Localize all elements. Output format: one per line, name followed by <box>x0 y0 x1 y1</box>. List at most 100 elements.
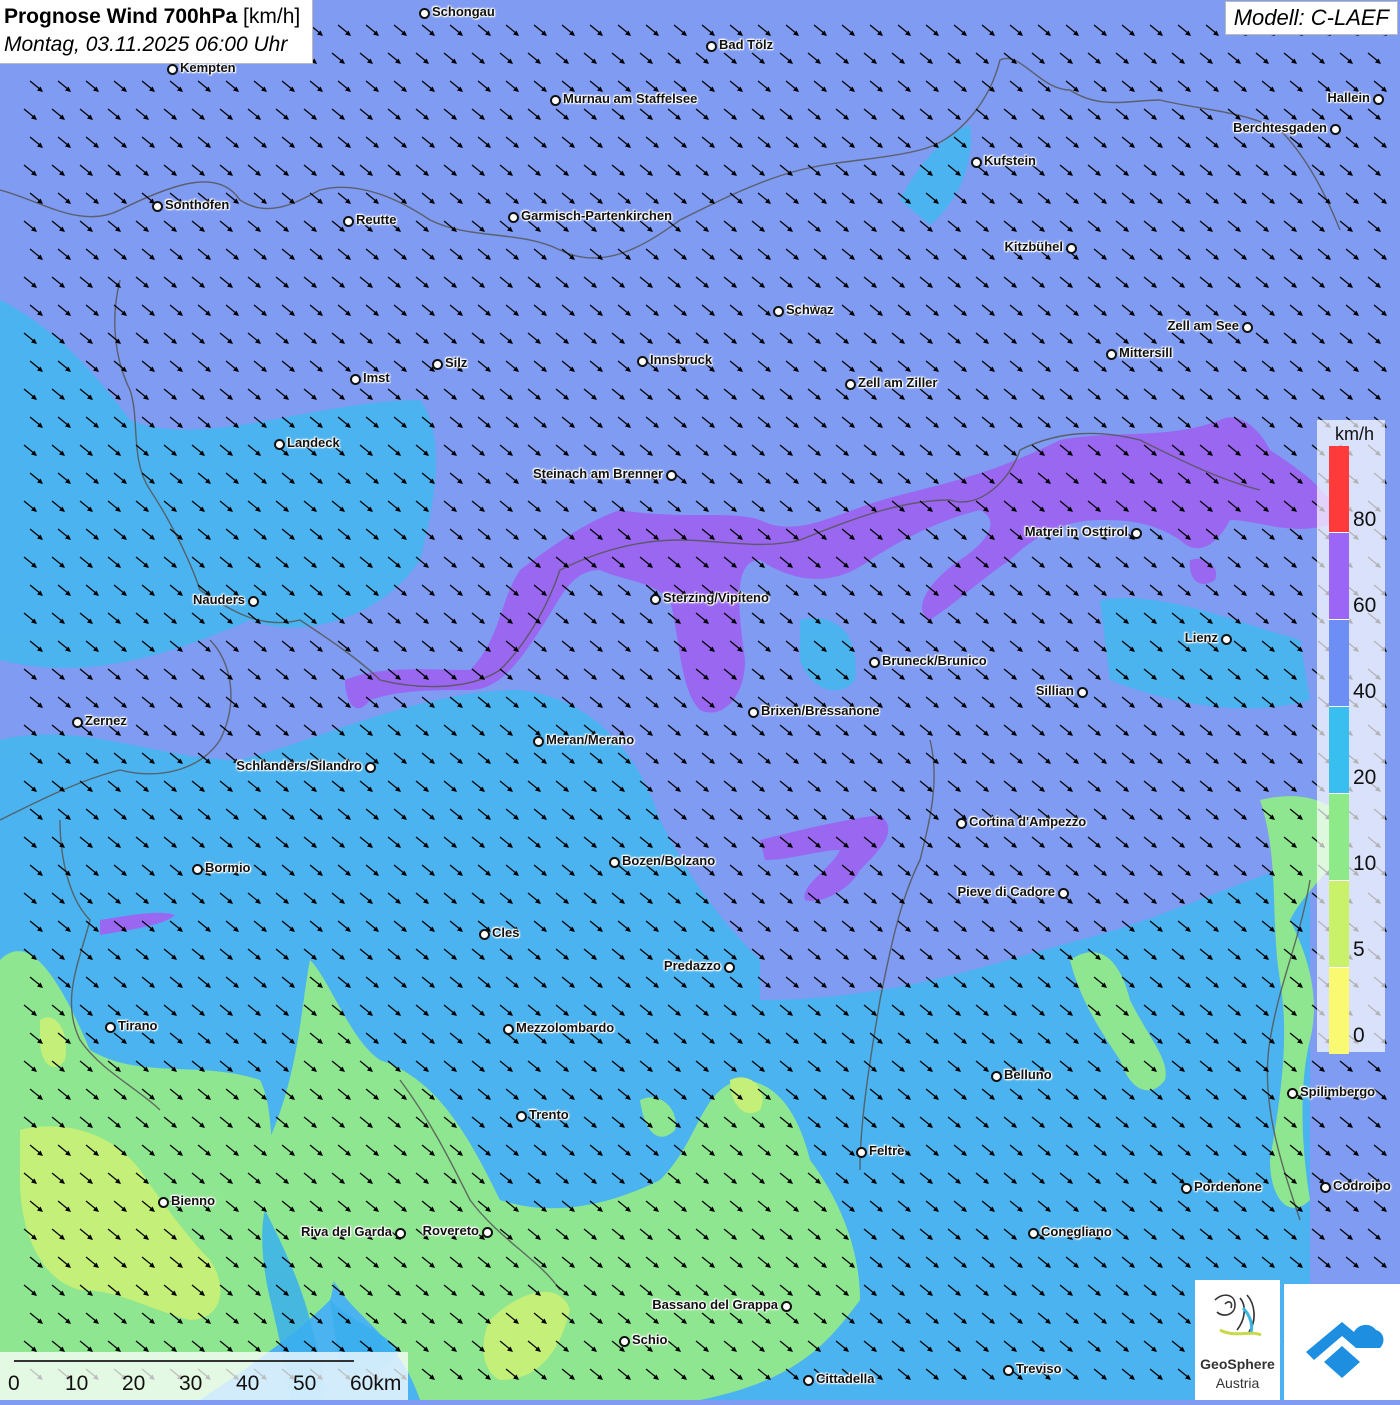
city-marker[interactable] <box>550 95 561 106</box>
city-marker[interactable] <box>1320 1182 1331 1193</box>
city-marker[interactable] <box>706 41 717 52</box>
city-marker[interactable] <box>845 379 856 390</box>
city-marker[interactable] <box>533 736 544 747</box>
city-label: Conegliano <box>1041 1224 1112 1239</box>
city-marker[interactable] <box>482 1227 493 1238</box>
city-marker[interactable] <box>432 359 443 370</box>
city-marker[interactable] <box>1181 1183 1192 1194</box>
city-label: Belluno <box>1004 1067 1052 1082</box>
city-marker[interactable] <box>516 1111 527 1122</box>
city-label: Pordenone <box>1194 1179 1262 1194</box>
city-marker[interactable] <box>365 762 376 773</box>
scale-bar-panel: 0 10 20 30 40 50 60km <box>0 1352 408 1400</box>
scale-tick-label: 10 <box>65 1372 89 1395</box>
city-label: Imst <box>363 370 390 385</box>
city-label: Kufstein <box>984 153 1036 168</box>
city-marker[interactable] <box>781 1301 792 1312</box>
city-marker[interactable] <box>343 216 354 227</box>
title-panel: Prognose Wind 700hPa [km/h] Montag, 03.1… <box>0 0 314 64</box>
city-label: Sillian <box>1035 683 1074 698</box>
cloud-arrow-logo[interactable] <box>1284 1284 1400 1400</box>
city-label: Lienz <box>1184 630 1218 645</box>
city-marker[interactable] <box>856 1147 867 1158</box>
city-marker[interactable] <box>637 356 648 367</box>
map-title: Prognose Wind 700hPa [km/h] <box>4 5 301 28</box>
scale-tick-label: 20 <box>122 1372 146 1395</box>
city-marker[interactable] <box>419 8 430 19</box>
city-marker[interactable] <box>105 1022 116 1033</box>
city-marker[interactable] <box>1058 888 1069 899</box>
city-marker[interactable] <box>72 717 83 728</box>
city-label: Murnau am Staffelsee <box>563 91 698 106</box>
city-marker[interactable] <box>152 201 163 212</box>
city-label: Sterzing/Vipiteno <box>663 590 769 605</box>
model-label: Modell: C-LAEF <box>1224 1 1398 35</box>
legend-color-bar <box>1329 446 1349 1054</box>
city-label: Landeck <box>287 435 340 450</box>
city-marker[interactable] <box>666 470 677 481</box>
city-marker[interactable] <box>724 962 735 973</box>
city-marker[interactable] <box>395 1228 406 1239</box>
city-marker[interactable] <box>619 1336 630 1347</box>
city-marker[interactable] <box>479 929 490 940</box>
city-label: Riva del Garda <box>300 1224 392 1239</box>
city-label: Steinach am Brenner <box>532 466 663 481</box>
city-label: Bienno <box>171 1193 216 1208</box>
city-label: Zell am See <box>1167 318 1239 333</box>
forecast-datetime: Montag, 03.11.2025 06:00 Uhr <box>4 33 288 56</box>
city-label: Predazzo <box>663 958 721 973</box>
city-label: Garmisch-Partenkirchen <box>521 208 673 223</box>
city-marker[interactable] <box>991 1071 1002 1082</box>
city-marker[interactable] <box>748 707 759 718</box>
city-label: Bormio <box>205 860 251 875</box>
city-label: Pieve di Cadore <box>957 884 1055 899</box>
city-marker[interactable] <box>971 157 982 168</box>
city-marker[interactable] <box>956 818 967 829</box>
city-marker[interactable] <box>1106 349 1117 360</box>
legend-unit: km/h <box>1335 424 1375 444</box>
legend-color-step <box>1329 793 1349 880</box>
city-marker[interactable] <box>869 657 880 668</box>
city-marker[interactable] <box>167 64 178 75</box>
legend-tick-label: 10 <box>1353 852 1377 875</box>
city-label: Sonthofen <box>165 197 230 212</box>
legend-color-step <box>1329 532 1349 619</box>
city-label: Tirano <box>118 1018 158 1033</box>
city-marker[interactable] <box>248 596 259 607</box>
city-marker[interactable] <box>1373 94 1384 105</box>
legend-panel: km/h 80 60 40 20 10 5 0 <box>1317 420 1385 1054</box>
city-marker[interactable] <box>274 439 285 450</box>
city-label: Trento <box>529 1107 569 1122</box>
city-marker[interactable] <box>508 212 519 223</box>
city-marker[interactable] <box>1221 634 1232 645</box>
scale-tick-label: 30 <box>179 1372 203 1395</box>
city-marker[interactable] <box>609 857 620 868</box>
city-marker[interactable] <box>1028 1228 1039 1239</box>
city-marker[interactable] <box>1330 124 1341 135</box>
city-marker[interactable] <box>158 1197 169 1208</box>
city-marker[interactable] <box>803 1375 814 1386</box>
city-label: Bad Tölz <box>719 37 774 52</box>
legend-tick-label: 20 <box>1353 766 1377 789</box>
city-marker[interactable] <box>1242 322 1253 333</box>
scale-tick-label: 60km <box>350 1372 402 1395</box>
city-marker[interactable] <box>773 306 784 317</box>
city-label: Schwaz <box>786 302 834 317</box>
city-marker[interactable] <box>503 1024 514 1035</box>
city-marker[interactable] <box>1003 1365 1014 1376</box>
city-marker[interactable] <box>1066 243 1077 254</box>
scale-tick-label: 0 <box>8 1372 20 1395</box>
legend-color-step <box>1329 967 1349 1054</box>
city-marker[interactable] <box>350 374 361 385</box>
city-marker[interactable] <box>1077 687 1088 698</box>
city-marker[interactable] <box>1287 1088 1298 1099</box>
geosphere-logo[interactable]: GeoSphere Austria <box>1195 1280 1280 1400</box>
city-label: Schio <box>632 1332 668 1347</box>
city-label: Kitzbühel <box>1004 239 1064 254</box>
scale-tick-label: 40 <box>236 1372 260 1395</box>
city-marker[interactable] <box>650 594 661 605</box>
city-marker[interactable] <box>1131 528 1142 539</box>
city-marker[interactable] <box>192 864 203 875</box>
legend-color-step <box>1329 880 1349 967</box>
legend-tick-label: 0 <box>1353 1024 1365 1047</box>
